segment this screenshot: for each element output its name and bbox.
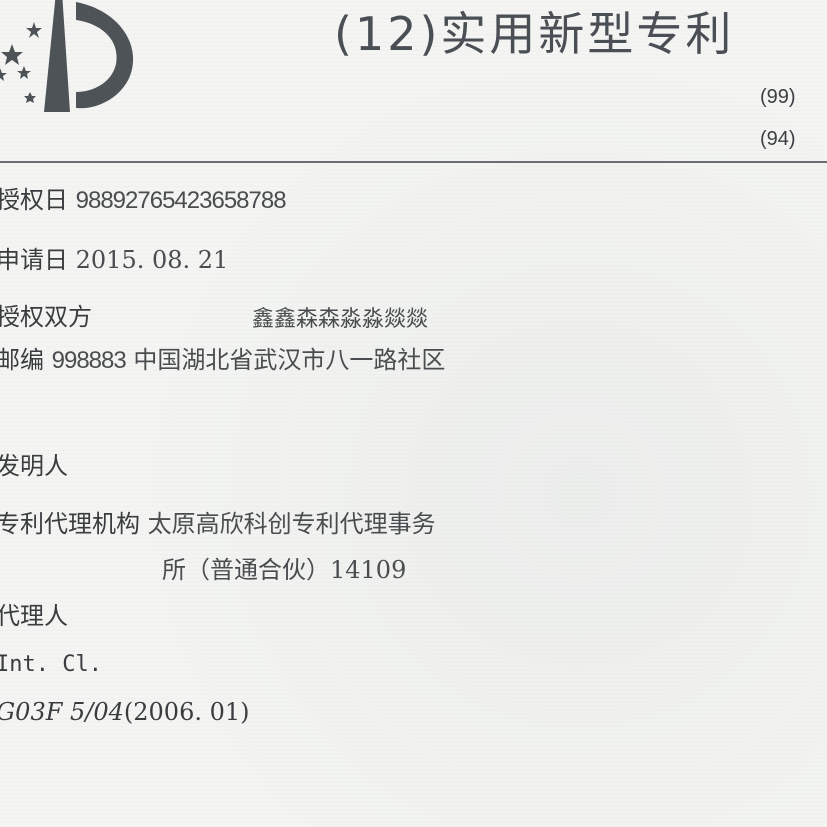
field-code-99: (99) <box>760 86 796 108</box>
application-date-label: 申请日 <box>0 246 68 274</box>
patent-office-logo <box>0 0 134 112</box>
zip-value: 998883 <box>51 347 127 374</box>
inventor-field: 发明人 <box>0 446 68 481</box>
zip-label: 邮编 <box>0 346 44 374</box>
star-icon <box>1 44 23 65</box>
agency-label: 专利代理机构 <box>0 510 140 538</box>
logo-spike <box>44 0 70 112</box>
star-icon <box>24 92 36 103</box>
agency-field-continued: 所（普通合伙）14109 <box>162 550 406 585</box>
int-cl-label: Int. Cl. <box>0 652 102 677</box>
agency-field: 专利代理机构 太原高欣科创专利代理事务 <box>0 504 436 539</box>
grant-date-label: 授权日 <box>0 186 68 214</box>
zip-address-field: 邮编 998883 中国湖北省武汉市八一路社区 <box>0 340 445 375</box>
document-type-title: (12)实用新型专利 <box>334 7 735 61</box>
agency-value-line1: 太原高欣科创专利代理事务 <box>147 510 436 538</box>
star-icon <box>26 22 42 38</box>
agent-label: 代理人 <box>0 602 68 630</box>
grant-date-value: 98892765423658788 <box>75 187 287 214</box>
star-icon <box>0 68 7 81</box>
grantees-value: 鑫鑫森森淼淼燚燚 <box>252 307 429 332</box>
ipc-version: (2006. 01) <box>123 698 250 726</box>
application-date-value: 2015. 08. 21 <box>75 246 229 274</box>
field-code-94: (94) <box>760 128 796 150</box>
agent-field: 代理人 <box>0 596 68 631</box>
address-value: 中国湖北省武汉市八一路社区 <box>133 346 446 374</box>
star-icon <box>17 66 31 79</box>
logo-curve <box>76 2 134 109</box>
ipc-classification: G03F 5/04(2006. 01) <box>0 698 250 726</box>
application-date-field: 申请日 2015. 08. 21 <box>0 240 228 275</box>
grantees-label: 授权双方 <box>0 303 92 331</box>
inventor-label: 发明人 <box>0 452 68 480</box>
grant-date-field: 授权日 98892765423658788 <box>0 180 287 215</box>
ipc-code: G03F 5/04 <box>0 698 124 726</box>
grantees-field: 授权双方 鑫鑫森森淼淼燚燚 <box>0 297 428 332</box>
agency-value-line2: 所（普通合伙）14109 <box>162 556 407 584</box>
header-divider <box>0 161 827 163</box>
